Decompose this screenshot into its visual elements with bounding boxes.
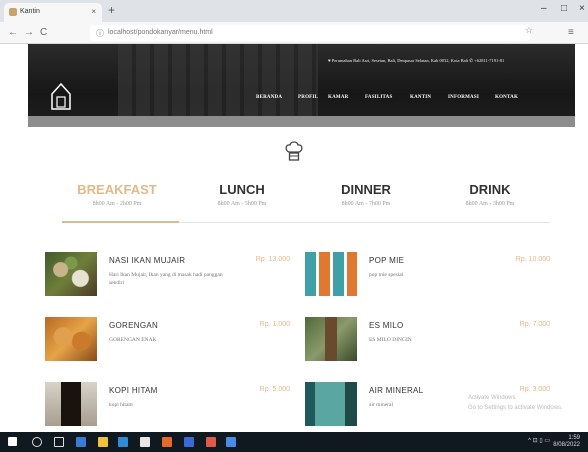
app-icon[interactable] (140, 437, 150, 447)
menu-item[interactable]: POP MIE pop mie spesial Rp. 10.000 (305, 252, 550, 304)
back-button[interactable]: ← (8, 27, 18, 38)
item-name: NASI IKAN MUJAIR (109, 256, 186, 265)
edge-browser-icon[interactable] (118, 437, 128, 447)
item-description: Hari Ikan Mujair, Ikan yang di masak had… (109, 272, 223, 286)
menu-item[interactable]: ES MILO ES MILO DINGIN Rp. 7.000 (305, 317, 550, 369)
nav-item-profil[interactable]: PROFIL (298, 95, 318, 100)
chrome-icon[interactable] (226, 437, 236, 447)
windows-taskbar: ^ ⊡ ▯ ▭ 1:59 8/08/2022 (0, 432, 588, 452)
forward-button[interactable]: → (24, 27, 34, 38)
maximize-button[interactable]: □ (561, 3, 567, 14)
chef-hat-icon (285, 141, 303, 161)
tab-breakfast-label: BREAKFAST (77, 182, 157, 197)
menu-item[interactable]: KOPI HITAM kopi hitam Rp. 5.000 (45, 382, 290, 434)
clock-time: 1:59 (568, 435, 580, 441)
browser-menu-button[interactable]: ≡ (568, 27, 574, 38)
close-window-button[interactable]: × (579, 3, 585, 14)
item-price: Rp. 13.000 (255, 256, 290, 263)
item-description: ES MILO DINGIN (369, 337, 412, 343)
close-tab-icon[interactable]: × (91, 7, 96, 16)
address-bar[interactable]: ⓘ localhost/pondokanyar/menu.html (90, 25, 530, 41)
browser-tab[interactable]: Kantin × (4, 3, 102, 22)
nav-item-kantin[interactable]: KANTIN (410, 95, 431, 100)
vscode-icon[interactable] (184, 437, 194, 447)
air-mineral-photo (305, 382, 357, 426)
app-icon[interactable] (206, 437, 216, 447)
item-name: KOPI HITAM (109, 386, 158, 395)
watermark-line-2: Go to Settings to activate Windows. (468, 405, 563, 411)
item-description: kopi hitam (109, 402, 133, 408)
tab-dinner-hours: 8h00 Am - 7h00 Pm (341, 201, 391, 207)
tab-drink-label: DRINK (469, 182, 511, 197)
item-name: ES MILO (369, 321, 404, 330)
menu-item[interactable]: GORENGAN GORENGAN ENAK Rp. 1.000 (45, 317, 290, 369)
browser-tab-strip: Kantin × + – □ × (0, 0, 588, 22)
url-text: localhost/pondokanyar/menu.html (108, 29, 213, 36)
clock-date: 8/08/2022 (553, 442, 580, 448)
gorengan-photo (45, 317, 97, 361)
menu-item[interactable]: NASI IKAN MUJAIR Hari Ikan Mujair, Ikan … (45, 252, 290, 304)
tab-lunch-label: LUNCH (219, 182, 265, 197)
tab-title: Kantin (20, 8, 40, 15)
system-tray-icons[interactable]: ^ ⊡ ▯ ▭ (528, 438, 550, 445)
reload-button[interactable]: C (40, 27, 47, 38)
nav-item-informasi[interactable]: INFORMASI (448, 95, 479, 100)
bookmark-star-icon[interactable]: ☆ (525, 25, 533, 36)
tab-breakfast-hours: 8h00 Am - 2h00 Pm (92, 201, 142, 207)
firefox-icon[interactable] (162, 437, 172, 447)
item-name: AIR MINERAL (369, 386, 424, 395)
clock[interactable]: 1:59 8/08/2022 (553, 435, 580, 449)
tab-drink-hours: 8h00 Am - 3h00 Pm (465, 201, 515, 207)
item-name: GORENGAN (109, 321, 159, 330)
tab-lunch-hours: 8h00 Am - 5h00 Pm (217, 201, 267, 207)
header-bottom-band (28, 116, 575, 127)
header-background-image (118, 44, 318, 127)
activate-windows-watermark: Activate Windows Go to Settings to activ… (468, 393, 563, 413)
file-explorer-icon[interactable] (98, 437, 108, 447)
app-store-icon[interactable] (76, 437, 86, 447)
start-windows-icon[interactable] (8, 437, 17, 446)
page-info-icon[interactable]: ⓘ (96, 28, 104, 39)
item-price: Rp. 7.000 (519, 321, 550, 328)
nav-item-fasilitas[interactable]: FASILITAS (365, 95, 392, 100)
item-price: Rp. 10.000 (515, 256, 550, 263)
site-header: ♥ Perumahan Bali Asri, Sesetan, Bali, De… (28, 44, 575, 127)
item-price: Rp. 1.000 (259, 321, 290, 328)
site-favicon-icon (9, 8, 17, 16)
es-milo-photo (305, 317, 357, 361)
item-price: Rp. 3.000 (519, 386, 550, 393)
nasi-ikan-mujair-photo (45, 252, 97, 296)
search-icon[interactable] (32, 437, 42, 447)
active-tab-underline (62, 221, 179, 223)
pop-mie-photo (305, 252, 357, 296)
nav-item-kamar[interactable]: KAMAR (328, 95, 348, 100)
tab-lunch[interactable]: LUNCH 8h00 Am - 5h00 Pm (187, 182, 297, 207)
new-tab-button[interactable]: + (108, 3, 115, 17)
item-name: POP MIE (369, 256, 405, 265)
item-description: GORENGAN ENAK (109, 337, 157, 343)
kopi-hitam-photo (45, 382, 97, 426)
nav-item-beranda[interactable]: BERANDA (256, 95, 282, 100)
site-logo-icon[interactable] (50, 82, 72, 110)
item-description: pop mie spesial (369, 272, 404, 278)
tab-dinner-label: DINNER (341, 182, 391, 197)
item-price: Rp. 5.000 (259, 386, 290, 393)
contact-info: ♥ Perumahan Bali Asri, Sesetan, Bali, De… (328, 58, 505, 63)
task-view-icon[interactable] (54, 437, 64, 447)
nav-item-kontak[interactable]: KONTAK (495, 95, 518, 100)
browser-toolbar: ← → C ⓘ localhost/pondokanyar/menu.html … (0, 22, 588, 44)
tab-drink[interactable]: DRINK 8h00 Am - 3h00 Pm (435, 182, 545, 207)
minimize-button[interactable]: – (541, 3, 547, 14)
tab-dinner[interactable]: DINNER 8h00 Am - 7h00 Pm (311, 182, 421, 207)
tab-breakfast[interactable]: BREAKFAST 8h00 Am - 2h00 Pm (62, 182, 172, 207)
watermark-line-1: Activate Windows (468, 395, 516, 401)
